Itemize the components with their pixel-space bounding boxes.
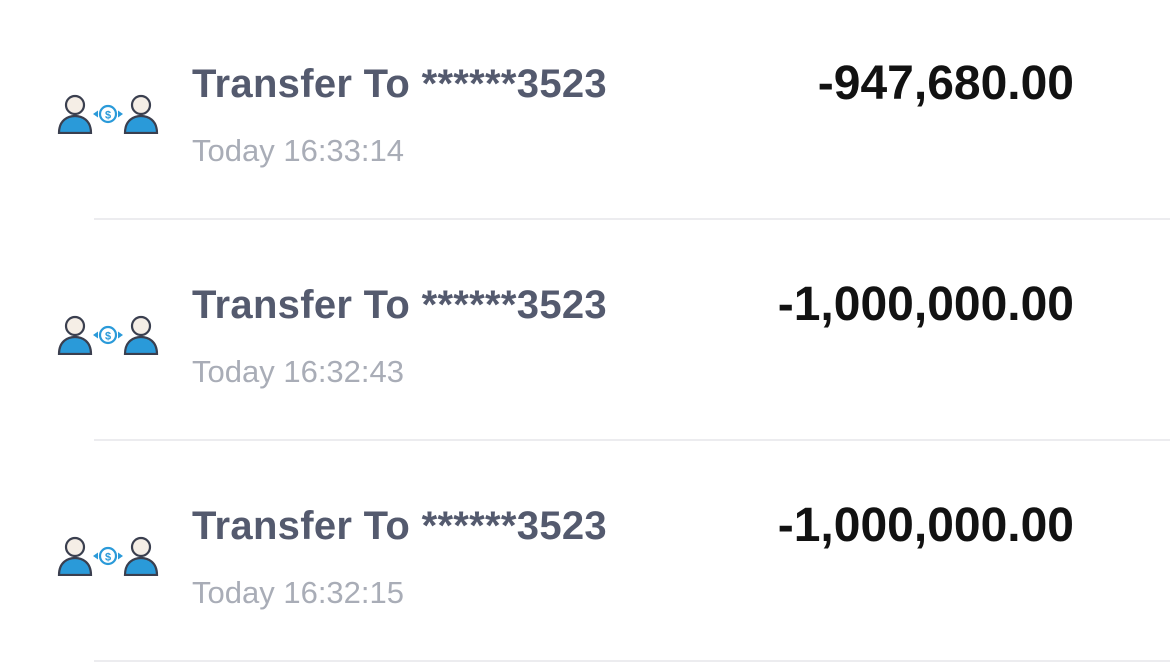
transfer-people-icon: $: [56, 534, 160, 576]
transfer-people-icon: $: [56, 92, 160, 134]
row-divider: [94, 660, 1170, 662]
transaction-list: $ Transfer To ******3523 Today 16:33:14 …: [0, 0, 1170, 666]
transaction-time: Today 16:33:14: [192, 133, 405, 168]
transaction-amount: -1,000,000.00: [777, 278, 1074, 331]
svg-text:$: $: [105, 552, 111, 564]
transaction-title: Transfer To ******3523: [192, 504, 607, 548]
transfer-people-icon: $: [56, 313, 160, 355]
transaction-title: Transfer To ******3523: [192, 62, 607, 106]
transaction-row[interactable]: $ Transfer To ******3523 Today 16:33:14 …: [0, 0, 1170, 220]
svg-text:$: $: [105, 331, 111, 343]
row-divider: [94, 439, 1170, 441]
transaction-time: Today 16:32:43: [192, 354, 405, 389]
row-divider: [94, 218, 1170, 220]
transaction-row[interactable]: $ Transfer To ******3523 Today 16:32:15 …: [0, 442, 1170, 662]
transaction-amount: -947,680.00: [817, 57, 1074, 110]
transaction-row[interactable]: $ Transfer To ******3523 Today 16:32:43 …: [0, 221, 1170, 441]
transaction-time: Today 16:32:15: [192, 575, 405, 610]
transaction-title: Transfer To ******3523: [192, 283, 607, 327]
svg-text:$: $: [105, 110, 111, 122]
transaction-amount: -1,000,000.00: [777, 499, 1074, 552]
